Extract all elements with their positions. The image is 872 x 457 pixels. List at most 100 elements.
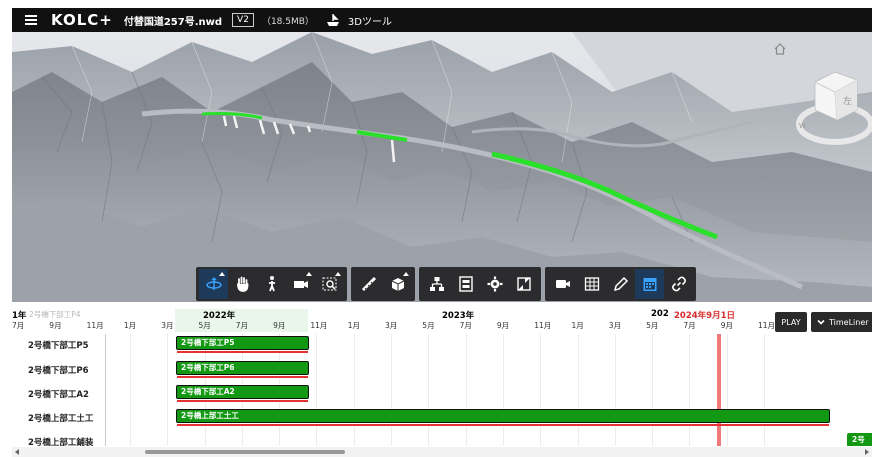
video-camera-icon <box>555 280 570 288</box>
timeliner-button[interactable] <box>635 269 664 299</box>
gantt-row[interactable]: 2号橋上部工鋪装 2号 <box>12 430 872 446</box>
scroll-left-arrow-icon[interactable] <box>15 449 19 455</box>
markup-button[interactable] <box>606 269 635 299</box>
scroll-right-arrow-icon[interactable] <box>865 449 869 455</box>
toolbar-group-model <box>419 267 541 301</box>
month-tick-label: 3月 <box>608 321 622 330</box>
task-bar[interactable]: 2号 <box>847 433 872 446</box>
compass-w-label: W <box>799 122 806 130</box>
timeliner-panel: 1年 2号橋下部工P4 2022年 2023年 202 2024年9月1日 7月… <box>12 309 872 457</box>
orbit-button[interactable] <box>199 269 228 299</box>
task-bar[interactable]: 2号橋下部工A2 <box>176 385 309 399</box>
pan-hand-icon <box>236 276 248 292</box>
ghost-task-label: 2号橋下部工P4 <box>29 310 81 319</box>
settings-gear-icon <box>487 276 502 292</box>
month-tick-label: 1月 <box>347 321 360 330</box>
section-box-button[interactable] <box>383 269 412 299</box>
month-tick-label: 11月 <box>86 321 104 330</box>
gantt-row[interactable]: 2号橋下部工P6 2号橋下部工P6 <box>12 358 872 381</box>
play-button[interactable]: PLAY <box>775 312 807 332</box>
properties-button[interactable] <box>451 269 480 299</box>
viewcube-face-label: 左 <box>843 95 852 107</box>
month-tick-label: 9月 <box>49 321 62 330</box>
section-box-icon <box>391 278 404 291</box>
gantt-row[interactable]: 2号橋上部工土工 2号橋上部工土工 <box>12 406 872 429</box>
zoom-window-button[interactable] <box>315 269 344 299</box>
pan-button[interactable] <box>228 269 257 299</box>
fullscreen-button[interactable] <box>509 269 538 299</box>
month-tick-label: 3月 <box>385 321 398 330</box>
task-label: 2号橋下部工P5 <box>28 341 89 351</box>
properties-icon <box>458 276 473 292</box>
pencil-markup-icon <box>613 276 628 292</box>
3d-viewport[interactable]: 左 W <box>12 32 872 302</box>
month-tick-label: 7月 <box>12 321 25 330</box>
measure-button[interactable] <box>354 269 383 299</box>
month-tick-label: 5月 <box>646 321 659 330</box>
camera-move-icon <box>293 281 308 288</box>
version-badge[interactable]: V2 <box>232 13 254 27</box>
toolbar-group-extras <box>545 267 696 301</box>
month-tick-label: 11月 <box>310 321 328 330</box>
task-bar[interactable]: 2号橋下部工P5 <box>176 336 309 350</box>
task-label: 2号橋下部工P6 <box>28 366 89 376</box>
link-button[interactable] <box>664 269 693 299</box>
horizontal-scrollbar[interactable] <box>12 447 872 457</box>
calendar-timeliner-icon <box>643 278 656 291</box>
3d-tool-label[interactable]: 3Dツール <box>348 13 392 28</box>
view-cube[interactable]: 左 W <box>795 62 872 152</box>
video-button[interactable] <box>548 269 577 299</box>
walk-person-icon <box>268 276 275 292</box>
hierarchy-tree-icon <box>429 277 444 291</box>
gantt-row[interactable]: 2号橋下部工P5 2号橋下部工P5 <box>12 334 872 356</box>
settings-button[interactable] <box>480 269 509 299</box>
month-tick-label: 7月 <box>459 321 472 330</box>
toolbar-group-review <box>351 267 415 301</box>
file-name: 付替国道257号.nwd <box>123 16 223 28</box>
month-header: 7月 9月 11月 1月 3月 5月 7月 9月 11月 1月 3月 5月 7月 9月 11月 1月 3月 5月 7… <box>12 320 872 332</box>
task-label: 2号橋上部工鋪装 <box>28 438 94 446</box>
baseline-bar <box>177 424 829 426</box>
timeliner-dropdown-button[interactable]: TimeLiner <box>811 312 872 332</box>
orbit-icon <box>205 277 222 290</box>
link-icon <box>671 276 686 292</box>
gantt-row[interactable]: 2号橋下部工A2 2号橋下部工A2 <box>12 382 872 405</box>
scroll-thumb[interactable] <box>145 450 345 454</box>
month-tick-label: 11月 <box>534 321 552 330</box>
month-tick-label: 1月 <box>571 321 584 330</box>
zoom-window-icon <box>322 277 336 291</box>
walk-button[interactable] <box>257 269 286 299</box>
3d-toolbar <box>196 267 696 301</box>
model-tree-button[interactable] <box>422 269 451 299</box>
table-grid-icon <box>584 277 599 291</box>
boat-3d-tool-icon[interactable] <box>326 13 340 27</box>
camera-move-button[interactable] <box>286 269 315 299</box>
home-icon[interactable] <box>773 42 787 56</box>
month-tick-label: 1月 <box>123 321 137 330</box>
baseline-bar <box>177 351 308 353</box>
hamburger-menu-icon[interactable] <box>25 15 37 25</box>
baseline-bar <box>177 400 308 402</box>
gantt-rows[interactable]: 2号橋下部工P5 2号橋下部工P5 2号橋下部工P6 2号橋下部工P6 2号橋下… <box>12 334 872 446</box>
month-tick-label: 11月 <box>758 321 776 330</box>
baseline-bar <box>177 376 308 378</box>
terrain-model <box>12 32 872 302</box>
task-bar[interactable]: 2号橋下部工P6 <box>176 361 309 375</box>
top-bar: KOLC+ 付替国道257号.nwd V2 （18.5MB） 3Dツール <box>12 8 872 32</box>
month-tick-label: 9月 <box>496 321 510 330</box>
month-tick-label: 9月 <box>273 321 286 330</box>
month-tick-label: 3月 <box>161 321 174 330</box>
timeliner-label: TimeLiner <box>829 317 869 327</box>
app-logo: KOLC+ <box>51 11 113 29</box>
month-tick-label: 5月 <box>422 321 435 330</box>
month-tick-label: 7月 <box>683 321 696 330</box>
task-label: 2号橋下部工A2 <box>28 390 89 400</box>
task-bar[interactable]: 2号橋上部工土工 <box>176 409 830 423</box>
app-root: KOLC+ 付替国道257号.nwd V2 （18.5MB） 3Dツール 左 W… <box>0 0 872 457</box>
month-tick-label: 9月 <box>720 321 733 330</box>
month-tick-label: 7月 <box>235 321 249 330</box>
table-button[interactable] <box>577 269 606 299</box>
chevron-down-icon <box>817 319 825 325</box>
file-size: （18.5MB） <box>261 16 314 27</box>
toolbar-group-navigation <box>196 267 347 301</box>
